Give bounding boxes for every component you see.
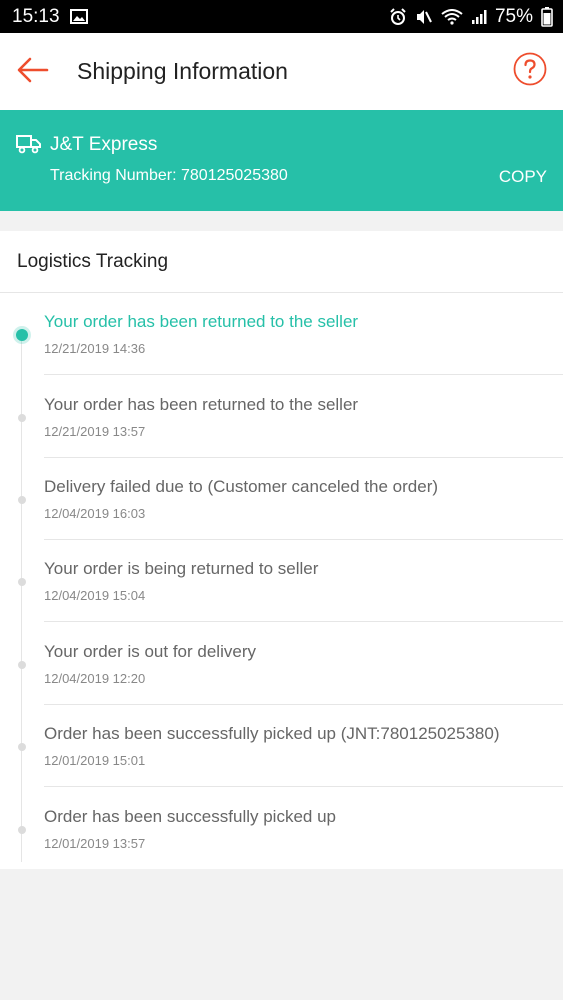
status-right: 75% <box>389 6 553 28</box>
logistics-card: Logistics Tracking Your order has been r… <box>0 231 563 869</box>
event-status: Order has been successfully picked up <box>44 807 336 826</box>
battery-icon <box>541 6 553 27</box>
signal-icon <box>471 9 487 25</box>
question-circle-icon <box>513 52 547 91</box>
event-time: 12/01/2019 13:57 <box>44 836 146 851</box>
image-icon <box>69 9 88 24</box>
event-time: 12/01/2019 15:01 <box>44 753 146 768</box>
timeline-dot <box>18 826 26 834</box>
tracking-number: Tracking Number: 780125025380 <box>50 167 288 184</box>
status-bar: 15:13 75% <box>0 0 563 33</box>
back-button[interactable] <box>14 53 52 91</box>
back-arrow-icon <box>17 57 49 88</box>
tracking-event: Your order is being returned to seller 1… <box>0 540 563 622</box>
tracking-event: Your order is out for delivery 12/04/201… <box>0 623 563 705</box>
event-status: Order has been successfully picked up (J… <box>44 724 500 743</box>
copy-button[interactable]: COPY <box>499 167 547 187</box>
event-time: 12/04/2019 12:20 <box>44 671 146 686</box>
event-status: Your order has been returned to the sell… <box>44 312 359 331</box>
divider <box>44 786 563 787</box>
tracking-event: Delivery failed due to (Customer cancele… <box>0 458 563 540</box>
app-bar: Shipping Information <box>0 33 563 110</box>
timeline-dot-active <box>16 329 28 341</box>
carrier-name: J&T Express <box>50 134 158 155</box>
event-status: Your order has been returned to the sell… <box>44 395 359 414</box>
status-time: 15:13 <box>12 5 60 27</box>
status-left: 15:13 <box>12 6 88 28</box>
timeline-dot <box>18 743 26 751</box>
timeline-dot <box>18 661 26 669</box>
alarm-icon <box>389 7 407 26</box>
event-time: 12/21/2019 14:36 <box>44 341 146 356</box>
event-status: Your order is out for delivery <box>44 642 256 661</box>
help-button[interactable] <box>513 52 547 91</box>
timeline-dot <box>18 496 26 504</box>
timeline-dot <box>18 414 26 422</box>
tracking-event: Your order has been returned to the sell… <box>0 376 563 458</box>
divider <box>44 374 563 375</box>
tracking-event: Your order has been returned to the sell… <box>0 293 563 375</box>
tracking-event: Order has been successfully picked up (J… <box>0 705 563 787</box>
event-time: 12/04/2019 16:03 <box>44 506 146 521</box>
tracking-event: Order has been successfully picked up 12… <box>0 788 563 870</box>
timeline-dot <box>18 578 26 586</box>
event-time: 12/21/2019 13:57 <box>44 424 146 439</box>
event-status: Delivery failed due to (Customer cancele… <box>44 477 439 496</box>
event-status: Your order is being returned to seller <box>44 559 319 578</box>
wifi-icon <box>441 8 463 25</box>
divider <box>44 621 563 622</box>
truck-icon <box>16 134 42 154</box>
page-title: Shipping Information <box>77 58 288 84</box>
battery-percent: 75% <box>494 5 533 27</box>
mute-icon <box>415 8 433 26</box>
event-time: 12/04/2019 15:04 <box>44 588 146 603</box>
section-heading: Logistics Tracking <box>17 251 169 272</box>
carrier-banner: J&T Express Tracking Number: 78012502538… <box>0 110 563 211</box>
